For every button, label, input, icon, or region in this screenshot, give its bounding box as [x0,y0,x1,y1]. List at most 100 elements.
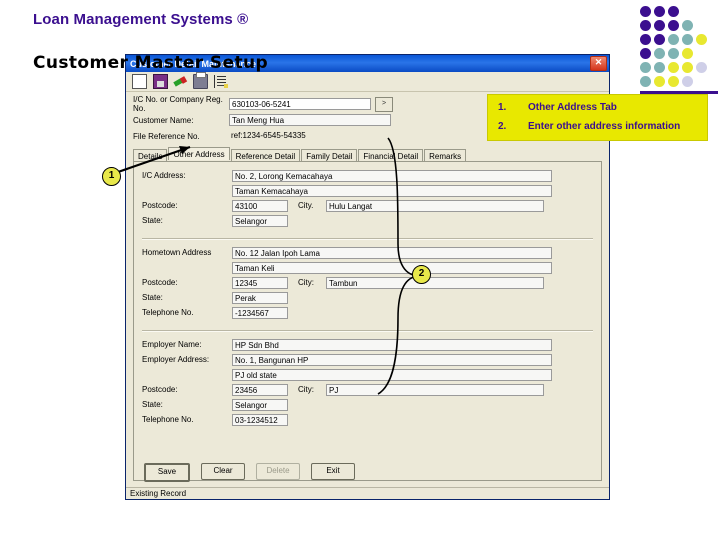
other-address-panel: I/C Address: No. 2, Lorong Kemacahaya Ta… [133,161,602,481]
hometown-line2-input[interactable]: Taman Keli [232,261,552,274]
tab-other-address[interactable]: Other Address [168,147,230,160]
employer-state-label: State: [142,400,163,409]
ic-address-line2-input[interactable]: Taman Kemacahaya [232,184,552,197]
dot [654,34,665,45]
ic-city-label: City. [298,201,314,210]
tab-remarks[interactable]: Remarks [424,149,467,161]
dot [696,76,707,87]
hometown-city-label: City: [298,278,314,287]
save-icon[interactable] [153,74,168,89]
ic-number-label: I/C No. or Company Reg. No. [133,95,223,113]
ic-address-line1-input[interactable]: No. 2, Lorong Kemacahaya [232,169,552,182]
edit-icon[interactable] [174,75,187,88]
dot [654,48,665,59]
ic-state-input[interactable]: Selangor [232,214,288,227]
print-icon[interactable] [193,72,208,89]
employer-name-input[interactable]: HP Sdn Bhd [232,338,552,351]
dot [682,62,693,73]
clear-button[interactable]: Clear [201,463,245,480]
employer-name-label: Employer Name: [142,340,202,349]
employer-section: Employer Name: HP Sdn Bhd Employer Addre… [142,338,593,434]
employer-postcode-input[interactable]: 23456 [232,383,288,396]
hometown-line1-input[interactable]: No. 12 Jalan Ipoh Lama [232,246,552,259]
dot [654,20,665,31]
window-toolbar [126,72,609,92]
ic-lookup-button[interactable]: > [375,96,393,112]
dot [668,62,679,73]
employer-city-input[interactable]: PJ [326,383,544,396]
save-button[interactable]: Save [144,463,190,482]
window-footer: Save Clear Delete Exit Existing Record [126,457,609,499]
hometown-telephone-input[interactable]: -1234567 [232,306,288,319]
hometown-state-label: State: [142,293,163,302]
decorative-dot-grid [640,6,718,94]
employer-address-label: Employer Address: [142,355,210,364]
dot [640,6,651,17]
page-subtitle: Customer Master Setup [33,53,269,73]
exit-button[interactable]: Exit [311,463,355,480]
dot [640,20,651,31]
tab-reference-detail[interactable]: Reference Detail [230,149,301,161]
employer-city-label: City: [298,385,314,394]
marker-2: 2 [412,265,431,284]
dot-row [640,62,718,76]
ic-postcode-input[interactable]: 43100 [232,199,288,212]
tab-financial-detail[interactable]: Financial Detail [358,149,424,161]
dot-row [640,76,718,90]
dot [640,48,651,59]
dot [682,48,693,59]
callout-text: Other Address Tab [528,102,617,113]
ic-state-label: State: [142,216,163,225]
ic-address-section: I/C Address: No. 2, Lorong Kemacahaya Ta… [142,169,593,235]
dot-row [640,20,718,34]
action-button-row: Save Clear Delete Exit [126,457,609,487]
hometown-postcode-label: Postcode: [142,278,178,287]
dot [696,20,707,31]
customer-name-label: Customer Name: [133,115,194,125]
tab-family-detail[interactable]: Family Detail [301,149,358,161]
file-reference-input[interactable]: ref:1234-6545-54335 [229,130,391,142]
tab-bar: Details Other Address Reference Detail Fami… [133,147,602,161]
dot [668,6,679,17]
ic-number-input[interactable]: 630103-06-5241 [229,98,371,110]
section-divider-2 [142,330,593,332]
hometown-address-label: Hometown Address [142,248,212,257]
callout-text: Enter other address information [528,121,681,132]
tab-details[interactable]: Details [133,149,168,161]
employer-telephone-input[interactable]: 03-1234512 [232,413,288,426]
hometown-address-section: Hometown Address No. 12 Jalan Ipoh Lama … [142,246,593,327]
hometown-state-input[interactable]: Perak [232,291,288,304]
hometown-postcode-input[interactable]: 12345 [232,276,288,289]
dot [640,62,651,73]
dot [668,48,679,59]
dot [682,6,693,17]
new-document-icon[interactable] [132,74,147,89]
close-icon[interactable]: ✕ [590,56,607,71]
employer-telephone-label: Telephone No. [142,415,194,424]
callout-line: 2. Enter other address information [488,117,707,136]
window-body: I/C No. or Company Reg. No. 630103-06-52… [126,92,609,499]
ic-city-input[interactable]: Hulu Langat [326,199,544,212]
hometown-city-input[interactable]: Tambun [326,276,544,289]
employer-state-input[interactable]: Selangor [232,398,288,411]
dot [668,20,679,31]
list-icon[interactable] [214,75,228,88]
employer-postcode-label: Postcode: [142,385,178,394]
status-bar: Existing Record [126,487,609,499]
dot-row [640,34,718,48]
dot [682,20,693,31]
dot [682,76,693,87]
file-reference-label: File Reference No. [133,131,200,141]
dot [696,48,707,59]
hometown-telephone-label: Telephone No. [142,308,194,317]
dot [682,34,693,45]
ic-address-label: I/C Address: [142,171,186,180]
employer-line1-input[interactable]: No. 1, Bangunan HP [232,353,552,366]
dot-row [640,6,718,20]
marker-1: 1 [102,167,121,186]
customer-name-input[interactable]: Tan Meng Hua [229,114,391,126]
employer-line2-input[interactable]: PJ old state [232,368,552,381]
dot [668,76,679,87]
callout-number: 1. [498,102,507,113]
delete-button: Delete [256,463,300,480]
